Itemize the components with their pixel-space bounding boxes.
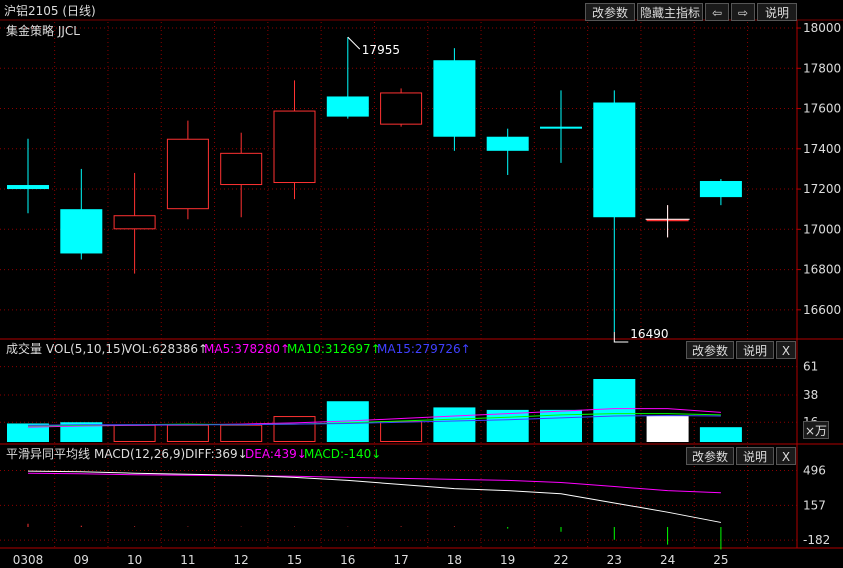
help-button[interactable]: 说明: [757, 3, 797, 21]
candle: [699, 178, 742, 206]
price-tick-label: 17800: [803, 61, 841, 75]
x-tick-label: 0308: [13, 553, 44, 567]
volume-ma5: MA5:378280↑: [204, 342, 291, 356]
macd-diff: DIFF:369↓: [185, 447, 248, 461]
price-tick-label: 18000: [803, 21, 841, 35]
candle: [433, 48, 476, 151]
x-tick-label: 25: [713, 553, 728, 567]
candle: [273, 80, 316, 200]
min-price-pointer: [613, 331, 629, 343]
candle-body: [220, 152, 263, 186]
volume-close-icon[interactable]: X: [776, 341, 796, 359]
arrow-left-icon[interactable]: ⇦: [705, 3, 729, 21]
volume-unit-button[interactable]: ×万: [803, 421, 829, 439]
candle-body: [486, 136, 529, 151]
x-tick-label: 22: [553, 553, 568, 567]
volume-bar: [273, 416, 316, 443]
arrow-right-icon[interactable]: ⇨: [731, 3, 755, 21]
volume-change-params-button[interactable]: 改参数: [686, 341, 734, 359]
volume-params: VOL(5,10,15): [46, 342, 126, 356]
candle: [540, 90, 582, 163]
candle: [166, 120, 209, 220]
macd-change-params-button[interactable]: 改参数: [686, 447, 734, 465]
axis-labels: 16600 16800 17000 17200 17400 17600 17800 18000…: [13, 21, 841, 567]
x-tick-label: 16: [340, 553, 355, 567]
x-tick-label: 18: [447, 553, 462, 567]
x-tick-label: 15: [287, 553, 302, 567]
volume-bar: [646, 416, 689, 442]
x-tick-label: 12: [234, 553, 249, 567]
candle-body: [433, 60, 476, 137]
main-indicator-name: 集金策略 JJCL: [6, 24, 80, 38]
candle-body: [166, 138, 209, 210]
volume-bar: [166, 424, 209, 442]
candle: [486, 128, 529, 175]
candle: [220, 132, 263, 218]
volume-tick-label: 38: [803, 388, 818, 402]
x-tick-label: 10: [127, 553, 142, 567]
volume-ma10: MA10:312697↑: [287, 342, 381, 356]
candle-body: [593, 102, 636, 218]
candle-body: [60, 209, 103, 254]
x-tick-label: 11: [180, 553, 195, 567]
volume-bar: [593, 379, 636, 442]
price-tick-label: 17400: [803, 142, 841, 156]
x-tick-label: 19: [500, 553, 515, 567]
max-price-label: 17955: [362, 43, 400, 57]
volume-bar: [380, 421, 423, 442]
volume-bar: [433, 407, 476, 442]
x-tick-label: 24: [660, 553, 675, 567]
price-tick-label: 17600: [803, 102, 841, 116]
candle-body: [113, 215, 156, 230]
price-tick-label: 16800: [803, 263, 841, 277]
volume-ma15: MA15:279726↑: [377, 342, 471, 356]
macd-value: MACD:-140↓: [304, 447, 382, 461]
macd-close-icon[interactable]: X: [776, 447, 796, 465]
chart-title: 沪铝2105 (日线): [4, 4, 96, 18]
candlestick-series: [7, 37, 742, 332]
candle-body: [699, 181, 742, 198]
candle-body: [380, 92, 423, 125]
x-tick-label: 23: [607, 553, 622, 567]
volume-tick-label: 61: [803, 360, 818, 374]
macd-tick-label: 496: [803, 464, 826, 478]
macd-dea: DEA:439↓: [245, 447, 307, 461]
candle: [593, 90, 636, 332]
price-tick-label: 17000: [803, 222, 841, 236]
volume-bar: [699, 427, 742, 442]
candle: [7, 138, 49, 214]
x-tick-label: 09: [74, 553, 89, 567]
candle: [113, 172, 156, 274]
volume-value: VOL:628386↑: [124, 342, 209, 356]
price-tick-label: 16600: [803, 303, 841, 317]
macd-params: MACD(12,26,9): [94, 447, 186, 461]
x-tick-label: 17: [393, 553, 408, 567]
max-price-pointer: [347, 36, 361, 50]
macd-panel-name: 平滑异同平均线: [6, 447, 91, 461]
candle-body: [326, 96, 369, 117]
candle-body: [540, 126, 582, 129]
candle-body: [7, 185, 49, 190]
candle: [380, 88, 423, 127]
volume-panel-name: 成交量: [6, 342, 43, 356]
volume-help-button[interactable]: 说明: [736, 341, 774, 359]
macd-tick-label: 157: [803, 498, 826, 512]
candle-body: [273, 110, 316, 184]
price-tick-label: 17200: [803, 182, 841, 196]
candle: [60, 168, 103, 260]
min-price-label: 16490: [630, 327, 668, 341]
change-params-button[interactable]: 改参数: [585, 3, 635, 21]
hide-main-indicator-button[interactable]: 隐藏主指标: [637, 3, 703, 21]
volume-bar: [113, 424, 156, 442]
macd-help-button[interactable]: 说明: [736, 447, 774, 465]
chart-canvas: 16600 16800 17000 17200 17400 17600 17800 18000…: [0, 19, 843, 567]
volume-bar: [220, 424, 263, 442]
macd-tick-label: -182: [803, 533, 830, 547]
